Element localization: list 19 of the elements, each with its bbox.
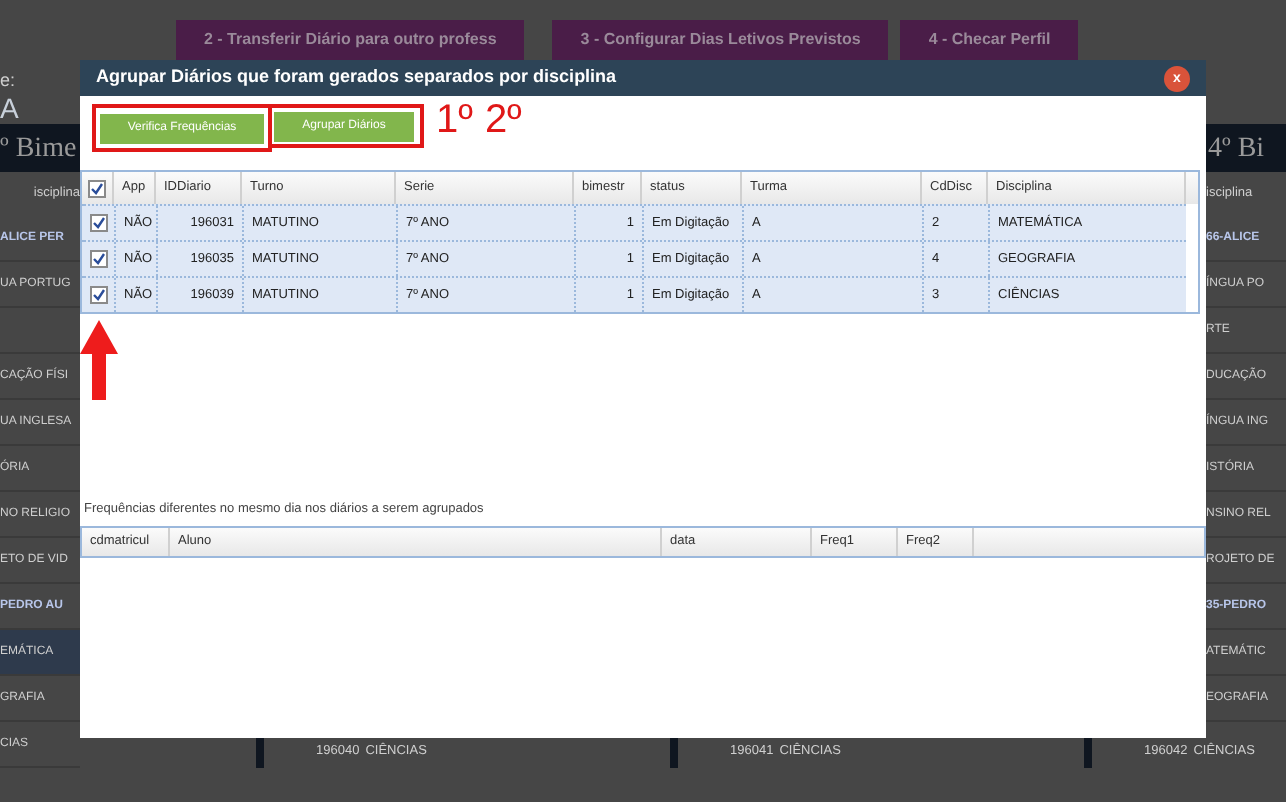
step-annotation: 2º xyxy=(484,100,522,140)
menu-button[interactable]: 4 - Checar Perfil xyxy=(900,20,1079,60)
menu-button[interactable]: 3 - Configurar Dias Letivos Previstos xyxy=(552,20,889,60)
step-annotation: 1º xyxy=(436,100,473,140)
checkbox[interactable] xyxy=(88,179,106,197)
up-arrow-icon xyxy=(80,320,118,400)
term-heading: 4º Bi xyxy=(1206,124,1286,172)
checkmark-icon xyxy=(91,216,105,230)
checkbox[interactable] xyxy=(89,286,107,304)
checkbox[interactable] xyxy=(89,250,107,268)
checkmark-icon xyxy=(91,252,105,266)
checkmark-icon xyxy=(90,181,104,195)
field-label: e: xyxy=(0,68,16,92)
menu-button[interactable]: 2 - Transferir Diário para outro profess xyxy=(176,20,525,60)
checkbox[interactable] xyxy=(89,214,107,232)
dialog-title: Agrupar Diários que foram gerados separados por disciplina xyxy=(96,64,617,91)
checkmark-icon xyxy=(91,288,105,302)
page-letter: A xyxy=(0,92,19,124)
term-heading: º Bime xyxy=(0,124,80,172)
